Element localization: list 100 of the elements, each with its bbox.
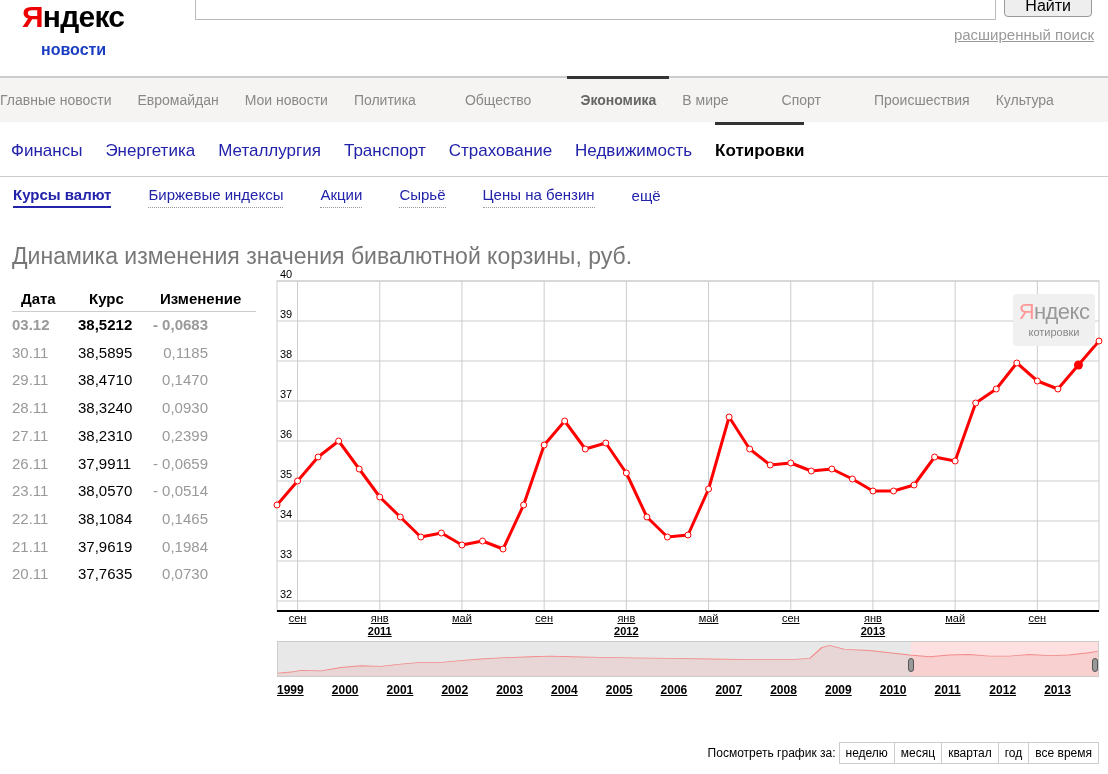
data-point: [273, 501, 281, 508]
change-cell-text: 0,0730: [161, 564, 208, 585]
highlighted-data-point: [1073, 360, 1083, 369]
year-link[interactable]: 2009: [824, 680, 880, 699]
change-cell-text: 0,0930: [161, 398, 208, 419]
year-link[interactable]: 2006: [660, 680, 716, 699]
search-button[interactable]: Найти: [1004, 0, 1092, 17]
y-axis-label: 32: [280, 587, 293, 600]
data-point: [848, 475, 856, 482]
data-point: [581, 445, 589, 452]
year-link[interactable]: 2010: [879, 680, 935, 699]
x-axis-label[interactable]: май: [452, 611, 472, 625]
section-tab[interactable]: Металлургия: [218, 122, 321, 176]
year-link[interactable]: 2003: [496, 680, 551, 699]
data-point: [787, 459, 795, 466]
period-label: Посмотреть график за:: [707, 745, 836, 762]
x-axis-label[interactable]: сен: [1028, 611, 1047, 625]
date-cell-text: 26.11: [12, 453, 50, 474]
data-point: [561, 417, 569, 424]
section-tab[interactable]: Недвижимость: [575, 122, 693, 176]
quote-tab[interactable]: Акции: [320, 184, 363, 208]
date-cell-text: 22.11: [12, 508, 50, 529]
period-button[interactable]: все время: [1028, 742, 1099, 764]
data-point: [1095, 337, 1103, 344]
data-point: [355, 465, 363, 472]
rate-cell-text: 37,9911: [78, 453, 133, 474]
change-cell-text: 0,1185: [162, 342, 208, 363]
range-handle[interactable]: [1092, 657, 1098, 672]
y-axis-label: 39: [280, 307, 293, 320]
rate-cell-text: 38,1084: [78, 508, 134, 529]
data-point: [376, 493, 384, 500]
rate-cell-text: 37,9619: [78, 536, 134, 557]
x-axis-label[interactable]: сен: [288, 611, 307, 625]
data-point: [335, 437, 343, 444]
change-cell-text: - 0,0659: [151, 453, 208, 474]
rate-cell-text: 38,2310: [78, 425, 134, 446]
data-point: [1033, 377, 1041, 384]
quote-tab[interactable]: ещё: [631, 184, 661, 208]
period-button[interactable]: квартал: [941, 742, 999, 764]
data-point: [1013, 359, 1021, 366]
year-link[interactable]: 1999: [277, 680, 332, 699]
data-point: [437, 529, 445, 536]
date-cell-text: 27.11: [12, 425, 50, 446]
year-link[interactable]: 2012: [989, 680, 1045, 699]
y-axis-label: 35: [280, 467, 293, 480]
section-tab[interactable]: Энергетика: [105, 122, 196, 176]
x-axis-label[interactable]: сен: [535, 611, 553, 625]
x-axis-label[interactable]: май: [945, 611, 966, 625]
data-point: [972, 399, 980, 406]
data-point: [746, 445, 754, 452]
section-tab[interactable]: Финансы: [11, 122, 83, 176]
x-axis-label[interactable]: янв 2011: [367, 611, 392, 638]
change-cell-text: 0,1984: [161, 536, 208, 557]
column-header: Курс: [88, 288, 125, 309]
year-link[interactable]: 2005: [605, 680, 661, 699]
data-point: [951, 457, 959, 464]
year-link[interactable]: 2004: [551, 680, 606, 699]
nav-tab[interactable]: Экономика: [567, 76, 670, 122]
data-point: [931, 453, 939, 460]
section-tab[interactable]: Котировки: [715, 122, 805, 176]
data-point: [766, 461, 774, 468]
period-button[interactable]: месяц: [893, 742, 943, 764]
period-button[interactable]: год: [997, 742, 1030, 764]
x-axis-label[interactable]: янв 2013: [860, 611, 886, 638]
change-cell-text: - 0,0514: [151, 481, 208, 502]
x-axis-label[interactable]: май: [698, 611, 719, 625]
year-link[interactable]: 2011: [934, 680, 990, 699]
quote-tab[interactable]: Биржевые индексы: [148, 184, 284, 208]
date-cell-text: 28.11: [12, 398, 50, 419]
date-cell-text: 23.11: [12, 481, 50, 502]
logo[interactable]: Яндекс: [22, 2, 125, 32]
search-field[interactable]: [195, 0, 997, 20]
data-point: [828, 465, 836, 472]
date-cell-text: 29.11: [12, 370, 50, 391]
section-tab[interactable]: Транспорт: [343, 122, 426, 176]
rate-cell-text: 38,5212: [78, 315, 134, 336]
y-axis-label: 40: [280, 267, 293, 280]
y-axis-label: 37: [280, 387, 293, 400]
year-link[interactable]: 2000: [331, 680, 387, 699]
data-point: [314, 453, 322, 460]
year-link[interactable]: 2001: [386, 680, 442, 699]
logo-subtitle[interactable]: новости: [41, 38, 107, 62]
change-cell-text: 0,1465: [161, 508, 208, 529]
section-tab[interactable]: Страхование: [448, 122, 553, 176]
x-axis-label[interactable]: сен: [781, 611, 800, 625]
year-link[interactable]: 2007: [715, 680, 771, 699]
rate-cell-text: 37,7635: [78, 564, 134, 585]
x-axis-label[interactable]: янв 2012: [614, 611, 639, 638]
change-cell-text: 0,1470: [161, 370, 208, 391]
quote-tab[interactable]: Сырьё: [399, 184, 446, 208]
period-button[interactable]: неделю: [838, 742, 895, 764]
quote-tab[interactable]: Курсы валют: [13, 183, 112, 209]
quote-tab[interactable]: Цены на бензин: [482, 184, 595, 208]
year-link[interactable]: 2002: [441, 680, 497, 699]
year-link[interactable]: 2013: [1044, 680, 1099, 699]
year-link[interactable]: 2008: [770, 680, 825, 699]
data-point: [499, 545, 507, 552]
data-point: [643, 513, 651, 520]
y-axis-label: 34: [280, 507, 293, 520]
range-handle[interactable]: [908, 657, 915, 672]
